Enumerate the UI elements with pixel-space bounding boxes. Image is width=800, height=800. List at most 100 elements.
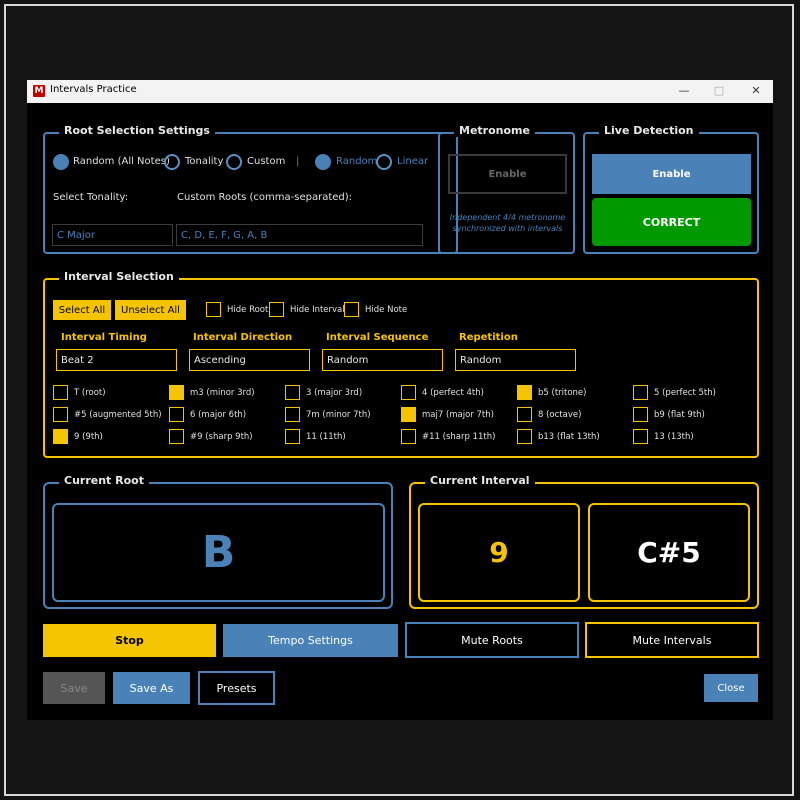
interval-checkbox[interactable] <box>401 429 416 444</box>
interval-sequence-label: Interval Sequence <box>326 332 429 343</box>
interval-checkbox-label: #5 (augmented 5th) <box>74 410 162 420</box>
presets-button[interactable]: Presets <box>198 671 275 705</box>
app-logo-icon: M <box>33 85 45 97</box>
interval-checkbox-label: m3 (minor 3rd) <box>190 388 255 398</box>
interval-selection-title: Interval Selection <box>59 270 179 283</box>
live-detection-title: Live Detection <box>599 124 699 137</box>
interval-checkbox-label: b13 (flat 13th) <box>538 432 600 442</box>
hide-root-checkbox[interactable] <box>206 302 221 317</box>
close-window-icon[interactable]: ✕ <box>741 82 771 100</box>
interval-checkbox[interactable] <box>517 385 532 400</box>
hide-note-checkbox[interactable] <box>344 302 359 317</box>
current-note-value: C#5 <box>637 536 701 569</box>
live-detection-group: Live Detection Enable CORRECT <box>583 124 759 254</box>
radio-custom[interactable] <box>226 154 242 170</box>
radio-tonality-label: Tonality <box>185 156 224 167</box>
interval-checkbox-label: 11 (11th) <box>306 432 346 442</box>
interval-checkbox[interactable] <box>169 385 184 400</box>
current-root-group: Current Root B <box>43 474 393 609</box>
hide-interval-checkbox[interactable] <box>269 302 284 317</box>
tempo-settings-button[interactable]: Tempo Settings <box>223 624 398 657</box>
interval-timing-label: Interval Timing <box>61 332 147 343</box>
root-selection-group: Root Selection Settings Random (All Note… <box>43 124 458 254</box>
minimize-icon[interactable]: — <box>669 82 699 100</box>
interval-checkbox-label: 4 (perfect 4th) <box>422 388 484 398</box>
current-interval-value: 9 <box>489 536 509 569</box>
interval-checkbox[interactable] <box>285 429 300 444</box>
title-bar: M Intervals Practice — □ ✕ <box>27 80 773 103</box>
hide-root-label: Hide Root <box>227 305 269 315</box>
current-interval-group: Current Interval 9 C#5 <box>409 474 759 609</box>
interval-checkbox-label: 9 (9th) <box>74 432 103 442</box>
interval-checkbox-label: 5 (perfect 5th) <box>654 388 716 398</box>
interval-checkbox[interactable] <box>285 407 300 422</box>
interval-checkbox-label: 3 (major 3rd) <box>306 388 363 398</box>
interval-display: 9 <box>418 503 580 602</box>
radio-random-all[interactable] <box>53 154 69 170</box>
interval-checkbox-label: 6 (major 6th) <box>190 410 247 420</box>
interval-checkbox-label: b5 (tritone) <box>538 388 587 398</box>
tonality-label: Select Tonality: <box>53 192 129 203</box>
interval-checkbox[interactable] <box>53 385 68 400</box>
stop-button[interactable]: Stop <box>43 624 216 657</box>
note-display: C#5 <box>588 503 750 602</box>
repetition-label: Repetition <box>459 332 518 343</box>
radio-tonality[interactable] <box>164 154 180 170</box>
interval-checkbox[interactable] <box>633 407 648 422</box>
interval-checkbox[interactable] <box>169 429 184 444</box>
mute-intervals-button[interactable]: Mute Intervals <box>585 622 759 658</box>
radio-order-linear[interactable] <box>376 154 392 170</box>
metronome-title: Metronome <box>454 124 535 137</box>
interval-checkbox[interactable] <box>53 407 68 422</box>
interval-checkbox[interactable] <box>633 429 648 444</box>
interval-selection-group: Interval Selection Select All Unselect A… <box>43 270 759 458</box>
app-window: M Intervals Practice — □ ✕ Root Selectio… <box>27 80 773 720</box>
interval-checkbox[interactable] <box>633 385 648 400</box>
interval-checkbox[interactable] <box>401 385 416 400</box>
tonality-select[interactable] <box>52 224 173 246</box>
interval-direction-label: Interval Direction <box>193 332 293 343</box>
current-interval-title: Current Interval <box>425 474 535 487</box>
unselect-all-button[interactable]: Unselect All <box>115 300 186 320</box>
window-title: Intervals Practice <box>50 84 137 95</box>
interval-sequence-select[interactable] <box>322 349 443 371</box>
live-detection-enable-button[interactable]: Enable <box>592 154 751 194</box>
interval-checkbox[interactable] <box>401 407 416 422</box>
metronome-enable-button[interactable]: Enable <box>448 154 567 194</box>
save-as-button[interactable]: Save As <box>113 672 190 704</box>
radio-order-random-label: Random <box>336 156 378 167</box>
interval-timing-select[interactable] <box>56 349 177 371</box>
mute-roots-button[interactable]: Mute Roots <box>405 622 579 658</box>
interval-checkbox[interactable] <box>517 407 532 422</box>
current-root-display: B <box>52 503 385 602</box>
root-selection-title: Root Selection Settings <box>59 124 215 137</box>
close-button[interactable]: Close <box>704 674 758 702</box>
interval-checkbox[interactable] <box>285 385 300 400</box>
interval-checkbox-label: 8 (octave) <box>538 410 582 420</box>
interval-checkbox-label: 13 (13th) <box>654 432 694 442</box>
current-root-value: B <box>201 527 236 578</box>
interval-checkbox-label: T (root) <box>74 388 106 398</box>
interval-checkbox[interactable] <box>169 407 184 422</box>
metronome-note: Independent 4/4 metronome synchronized w… <box>449 213 566 233</box>
select-all-button[interactable]: Select All <box>53 300 111 320</box>
interval-checkbox-label: maj7 (major 7th) <box>422 410 494 420</box>
custom-roots-input[interactable] <box>176 224 423 246</box>
save-button[interactable]: Save <box>43 672 105 704</box>
radio-random-all-label: Random (All Notes) <box>73 156 170 167</box>
radio-custom-label: Custom <box>247 156 286 167</box>
maximize-icon[interactable]: □ <box>704 82 734 100</box>
repetition-select[interactable] <box>455 349 576 371</box>
current-root-title: Current Root <box>59 474 149 487</box>
interval-checkbox[interactable] <box>517 429 532 444</box>
metronome-group: Metronome Enable Independent 4/4 metrono… <box>438 124 575 254</box>
interval-checkbox[interactable] <box>53 429 68 444</box>
interval-checkbox-label: #9 (sharp 9th) <box>190 432 253 442</box>
radio-order-random[interactable] <box>315 154 331 170</box>
detection-status-badge: CORRECT <box>592 198 751 246</box>
hide-note-label: Hide Note <box>365 305 408 315</box>
custom-roots-label: Custom Roots (comma-separated): <box>177 192 353 203</box>
interval-checkbox-label: 7m (minor 7th) <box>306 410 371 420</box>
interval-checkbox-label: #11 (sharp 11th) <box>422 432 496 442</box>
interval-direction-select[interactable] <box>189 349 310 371</box>
